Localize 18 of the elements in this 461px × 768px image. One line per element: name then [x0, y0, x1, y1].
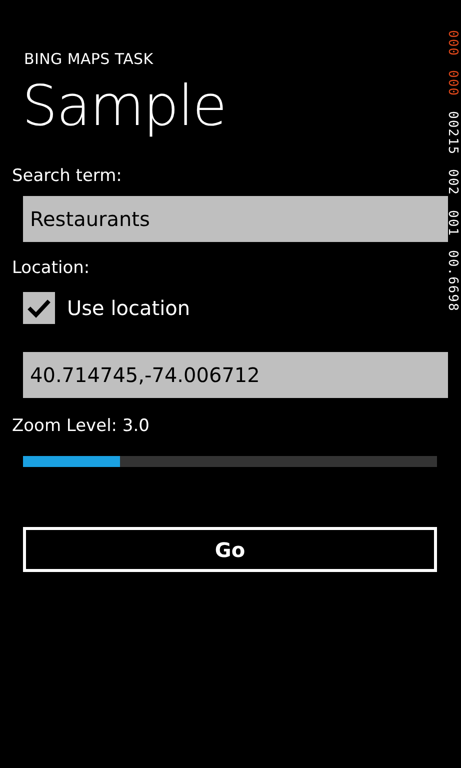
app-title: BING MAPS TASK: [24, 50, 154, 68]
zoom-label: Zoom Level: 3.0: [12, 416, 150, 436]
frame-counter: 001: [446, 210, 459, 236]
frame-counter: 002: [446, 169, 459, 196]
zoom-slider[interactable]: [23, 456, 437, 467]
go-button[interactable]: Go: [23, 527, 437, 572]
location-field[interactable]: 40.714745,-74.006712: [23, 352, 448, 398]
checkbox[interactable]: [23, 292, 55, 324]
frame-counter: 000: [446, 30, 459, 56]
checkmark-icon: [27, 298, 51, 318]
frame-counter: 000: [446, 70, 459, 97]
search-field[interactable]: Restaurants: [23, 196, 448, 242]
frame-counter: 00215: [446, 110, 459, 156]
search-label: Search term:: [12, 166, 123, 186]
checkbox-label[interactable]: Use location: [67, 296, 190, 320]
location-label: Location:: [12, 258, 91, 278]
frame-counter: 00.6698: [446, 250, 459, 312]
page-title: Sample: [22, 73, 227, 141]
